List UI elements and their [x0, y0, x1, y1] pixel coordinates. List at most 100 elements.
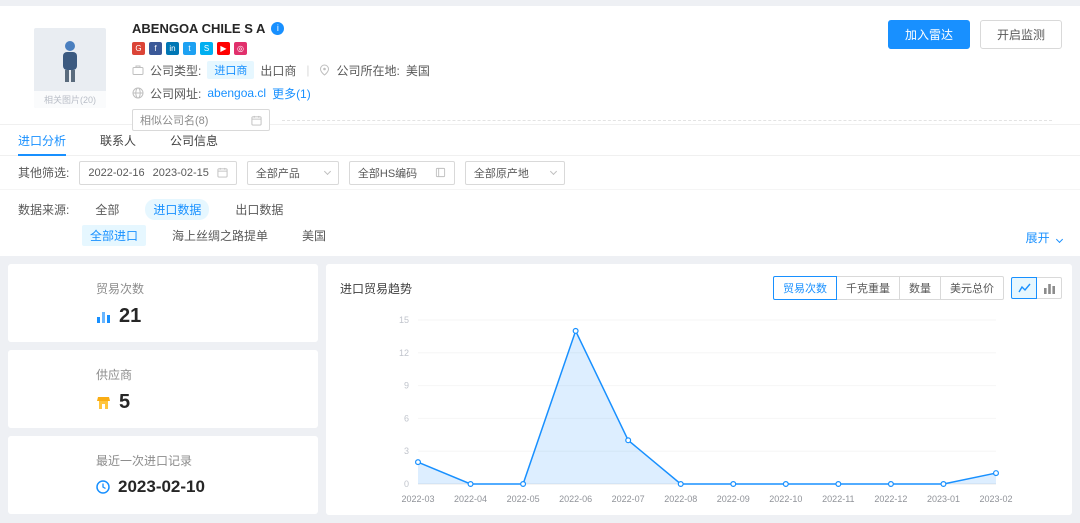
supplier-label: 供应商 [96, 366, 318, 383]
product-select-value: 全部产品 [256, 165, 300, 181]
svg-text:2022-07: 2022-07 [612, 494, 645, 504]
linkedin-icon[interactable]: in [166, 42, 179, 55]
svg-text:2022-04: 2022-04 [454, 494, 487, 504]
svg-text:2022-08: 2022-08 [664, 494, 697, 504]
sub-source-usa[interactable]: 美国 [294, 225, 334, 246]
chart-controls: 贸易次数 千克重量 数量 美元总价 [773, 276, 1062, 300]
website-more-link[interactable]: 更多(1) [272, 85, 311, 102]
page: 相关图片(20) ABENGOA CHILE S A i GfintS ▶ ◎ 公司… [0, 6, 1080, 507]
youtube-icon[interactable]: ▶ [217, 42, 230, 55]
bar-chart-icon[interactable] [1036, 277, 1062, 299]
svg-text:2022-11: 2022-11 [822, 494, 854, 504]
company-type-row: 公司类型: 进口商 出口商 | 公司所在地: 美国 [132, 62, 1060, 78]
supplier-value: 5 [119, 391, 130, 414]
product-select[interactable]: 全部产品 [247, 161, 339, 185]
person-illustration-icon [55, 38, 85, 84]
origin-select-value: 全部原产地 [474, 165, 529, 181]
company-name: ABENGOA CHILE S A [132, 21, 265, 36]
skype-icon[interactable]: S [200, 42, 213, 55]
globe-icon [132, 87, 144, 99]
toggle-quantity[interactable]: 数量 [899, 276, 941, 300]
start-monitor-button[interactable]: 开启监测 [980, 20, 1062, 49]
svg-text:0: 0 [404, 479, 409, 489]
company-info-icon[interactable]: i [271, 22, 284, 35]
source-option-all[interactable]: 全部 [87, 199, 127, 220]
svg-text:2023-02: 2023-02 [979, 494, 1012, 504]
svg-text:3: 3 [404, 446, 409, 456]
bar-chart-icon [96, 310, 111, 324]
last-import-value: 2023-02-10 [118, 477, 205, 497]
clock-icon [96, 480, 110, 494]
svg-text:15: 15 [399, 315, 409, 325]
dashed-divider [282, 120, 1052, 121]
sub-source-maritime-silkroad[interactable]: 海上丝绸之路提单 [164, 225, 276, 246]
hs-code-select[interactable]: 全部HS编码 [349, 161, 455, 185]
data-source-label: 数据来源: [18, 201, 69, 218]
line-chart-icon[interactable] [1011, 277, 1037, 299]
last-import-card: 最近一次进口记录 2023-02-10 [8, 436, 318, 514]
divider: | [306, 63, 309, 77]
header-actions: 加入雷达 开启监测 [888, 20, 1062, 49]
toggle-weight-kg[interactable]: 千克重量 [836, 276, 900, 300]
hs-code-value: 全部HS编码 [358, 165, 417, 181]
source-option-export[interactable]: 出口数据 [227, 199, 291, 220]
instagram-icon[interactable]: ◎ [234, 42, 247, 55]
date-end: 2023-02-15 [153, 167, 209, 179]
origin-select[interactable]: 全部原产地 [465, 161, 565, 185]
location-pin-icon [319, 64, 330, 76]
data-source-section: 数据来源: 全部 进口数据 出口数据 全部进口 海上丝绸之路提单 美国 展开 [0, 190, 1080, 256]
tab-contacts[interactable]: 联系人 [100, 125, 136, 155]
calendar-icon [251, 115, 262, 126]
toggle-usd-total[interactable]: 美元总价 [940, 276, 1004, 300]
trend-line-chart: 036912152022-032022-042022-052022-062022… [340, 304, 1060, 510]
company-header: 相关图片(20) ABENGOA CHILE S A i GfintS ▶ ◎ 公司… [0, 6, 1080, 124]
svg-text:6: 6 [404, 413, 409, 423]
supplier-card: 供应商 5 [8, 350, 318, 428]
svg-text:2022-12: 2022-12 [874, 494, 907, 504]
toggle-trade-count[interactable]: 贸易次数 [773, 276, 837, 300]
calendar-icon [217, 167, 228, 178]
svg-text:2022-09: 2022-09 [717, 494, 750, 504]
chevron-down-icon [324, 167, 331, 174]
related-images-label: 相关图片(20) [34, 91, 106, 108]
join-radar-button[interactable]: 加入雷达 [888, 20, 970, 49]
date-start: 2022-02-16 [88, 167, 144, 179]
svg-text:2022-03: 2022-03 [401, 494, 434, 504]
google-icon[interactable]: G [132, 42, 145, 55]
similar-company-row: 相似公司名(8) [132, 109, 1060, 131]
twitter-icon[interactable]: t [183, 42, 196, 55]
sub-source-all-import[interactable]: 全部进口 [82, 225, 146, 246]
source-option-import[interactable]: 进口数据 [145, 199, 209, 220]
location-label: 公司所在地: [336, 62, 399, 79]
book-icon [435, 167, 446, 178]
company-image-placeholder[interactable]: 相关图片(20) [34, 28, 106, 108]
date-range-picker[interactable]: 2022-02-16 2023-02-15 [79, 161, 237, 185]
briefcase-icon [132, 64, 144, 76]
filter-row: 其他筛选: 2022-02-16 2023-02-15 全部产品 全部HS编码 … [0, 156, 1080, 190]
expand-toggle[interactable]: 展开 [1026, 229, 1062, 246]
company-type-label: 公司类型: [150, 62, 201, 79]
svg-text:2022-05: 2022-05 [507, 494, 540, 504]
website-row: 公司网址: abengoa.cl 更多(1) [132, 85, 1060, 101]
stats-column: 贸易次数 21 供应商 [8, 264, 318, 515]
location-value: 美国 [406, 62, 430, 79]
trade-count-value: 21 [119, 305, 141, 328]
tab-company-info[interactable]: 公司信息 [170, 125, 218, 155]
supplier-icon [96, 396, 111, 410]
website-link[interactable]: abengoa.cl [207, 86, 266, 100]
main-content: 贸易次数 21 供应商 [0, 256, 1080, 523]
svg-text:9: 9 [404, 381, 409, 391]
svg-text:2022-06: 2022-06 [559, 494, 592, 504]
chevron-down-icon [550, 167, 557, 174]
svg-text:2022-10: 2022-10 [769, 494, 802, 504]
tab-import-analysis[interactable]: 进口分析 [18, 125, 66, 155]
last-import-label: 最近一次进口记录 [96, 452, 318, 469]
company-type-exporter-tag: 出口商 [260, 62, 296, 79]
company-type-importer-tag: 进口商 [207, 61, 254, 79]
facebook-icon[interactable]: f [149, 42, 162, 55]
chart-type-group [1012, 277, 1062, 299]
filter-label: 其他筛选: [18, 164, 69, 181]
chevron-down-icon [1056, 236, 1063, 243]
metric-toggle-group: 贸易次数 千克重量 数量 美元总价 [773, 276, 1004, 300]
trade-count-label: 贸易次数 [96, 280, 318, 297]
